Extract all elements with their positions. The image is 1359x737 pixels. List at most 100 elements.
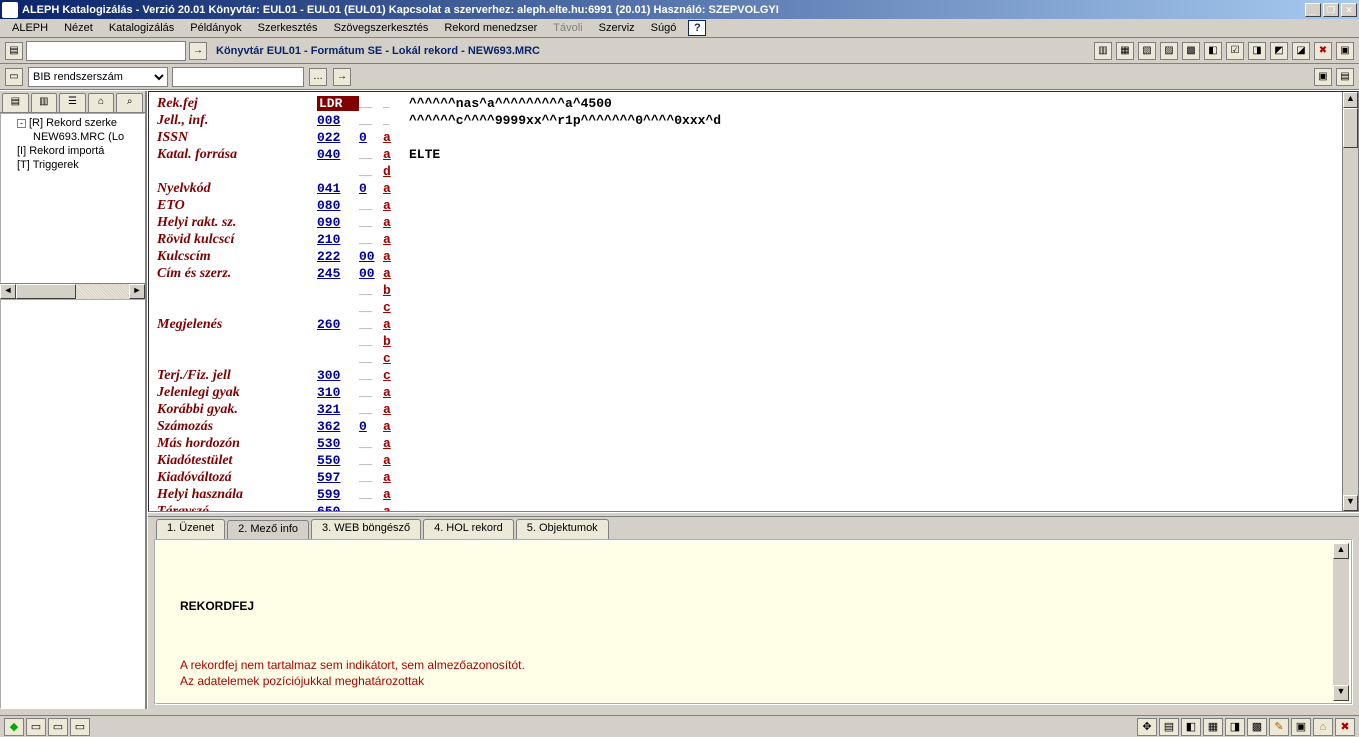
record-row[interactable]: Katal. forrása040__aELTE bbox=[157, 147, 1350, 164]
bottom-tab-0[interactable]: 1. Üzenet bbox=[156, 519, 225, 539]
info-vscroll[interactable]: ▲ ▼ bbox=[1333, 543, 1349, 701]
record-row[interactable]: Számozás3620a bbox=[157, 419, 1350, 436]
scroll-down-icon[interactable]: ▼ bbox=[1343, 495, 1358, 511]
field-indicator[interactable]: __ bbox=[359, 286, 383, 298]
field-indicator[interactable]: __ bbox=[359, 99, 383, 111]
record-row[interactable]: Cím és szerz.24500a bbox=[157, 266, 1350, 283]
tool-r12[interactable]: ▣ bbox=[1336, 42, 1354, 60]
bottom-tab-4[interactable]: 5. Objektumok bbox=[516, 519, 609, 539]
field-subfield[interactable]: a bbox=[383, 487, 401, 502]
tool-r3[interactable]: ▧ bbox=[1138, 42, 1156, 60]
field-indicator[interactable]: __ bbox=[359, 507, 383, 512]
record-row[interactable]: Jell., inf.008___^^^^^^c^^^^9999xx^^r1p^… bbox=[157, 113, 1350, 130]
field-indicator[interactable]: 00 bbox=[359, 266, 383, 281]
tool-r2[interactable]: ▦ bbox=[1116, 42, 1134, 60]
field-subfield[interactable]: _ bbox=[383, 99, 401, 111]
field-tag[interactable]: 080 bbox=[317, 198, 359, 213]
left-tab-4[interactable]: ⌂ bbox=[88, 93, 115, 112]
record-row[interactable]: Rek.fejLDR___^^^^^^nas^a^^^^^^^^^a^4500 bbox=[157, 96, 1350, 113]
home-icon[interactable]: ⌂ bbox=[1313, 718, 1333, 736]
field-indicator[interactable]: __ bbox=[359, 490, 383, 502]
tool-r6[interactable]: ◧ bbox=[1204, 42, 1222, 60]
record-row[interactable]: __c bbox=[157, 351, 1350, 368]
field-tag[interactable]: 260 bbox=[317, 317, 359, 332]
field-indicator[interactable]: __ bbox=[359, 320, 383, 332]
tree-triggers[interactable]: [T] Triggerek bbox=[1, 158, 144, 172]
field-indicator[interactable]: __ bbox=[359, 405, 383, 417]
menu-szovegszerkesztes[interactable]: Szövegszerkesztés bbox=[326, 20, 437, 36]
tree-child-record[interactable]: NEW693.MRC (Lo bbox=[1, 130, 144, 144]
field-tag[interactable]: 310 bbox=[317, 385, 359, 400]
menu-katalogizalas[interactable]: Katalogizálás bbox=[101, 20, 182, 36]
field-indicator[interactable]: __ bbox=[359, 354, 383, 366]
field-data[interactable]: ^^^^^^nas^a^^^^^^^^^a^4500 bbox=[401, 96, 1350, 111]
record-row[interactable]: Más hordozón530__a bbox=[157, 436, 1350, 453]
record-tree[interactable]: -[R] Rekord szerke NEW693.MRC (Lo [I] Re… bbox=[0, 113, 145, 283]
field-subfield[interactable]: a bbox=[383, 266, 401, 281]
scroll-right-icon[interactable]: ► bbox=[129, 284, 145, 299]
record-row[interactable]: Megjelenés260__a bbox=[157, 317, 1350, 334]
field-indicator[interactable]: __ bbox=[359, 235, 383, 247]
tree-import[interactable]: [I] Rekord importá bbox=[1, 144, 144, 158]
record-scroll-thumb[interactable] bbox=[1343, 108, 1358, 148]
tool-r10[interactable]: ◪ bbox=[1292, 42, 1310, 60]
field-indicator[interactable]: __ bbox=[359, 303, 383, 315]
field-subfield[interactable]: a bbox=[383, 436, 401, 451]
menu-sugo[interactable]: Súgó bbox=[643, 20, 685, 36]
field-subfield[interactable]: a bbox=[383, 385, 401, 400]
record-row[interactable]: Kiadóváltozá597__a bbox=[157, 470, 1350, 487]
field-indicator[interactable]: 00 bbox=[359, 249, 383, 264]
field-subfield[interactable]: a bbox=[383, 402, 401, 417]
menu-peldanyok[interactable]: Példányok bbox=[182, 20, 249, 36]
field-tag[interactable]: 321 bbox=[317, 402, 359, 417]
field-tag[interactable]: 041 bbox=[317, 181, 359, 196]
record-row[interactable]: __c bbox=[157, 300, 1350, 317]
tree-root[interactable]: -[R] Rekord szerke bbox=[1, 116, 144, 130]
bottom-tab-1[interactable]: 2. Mező info bbox=[227, 520, 309, 540]
scroll-thumb[interactable] bbox=[16, 284, 76, 299]
tool-r7[interactable]: ☑ bbox=[1226, 42, 1244, 60]
field-subfield[interactable]: a bbox=[383, 181, 401, 196]
st-r7[interactable]: ✎ bbox=[1269, 718, 1289, 736]
record-row[interactable]: __d bbox=[157, 164, 1350, 181]
field-tag[interactable]: 008 bbox=[317, 113, 359, 128]
tree-hscroll[interactable]: ◄ ► bbox=[0, 283, 145, 299]
tool-r5[interactable]: ▩ bbox=[1182, 42, 1200, 60]
tool2-r1[interactable]: ▣ bbox=[1314, 68, 1332, 86]
tool-r9[interactable]: ◩ bbox=[1270, 42, 1288, 60]
tool-icon-1[interactable]: ▤ bbox=[5, 42, 23, 60]
field-indicator[interactable]: __ bbox=[359, 150, 383, 162]
scroll-left-icon[interactable]: ◄ bbox=[0, 284, 16, 299]
field-subfield[interactable]: a bbox=[383, 419, 401, 434]
bib-selector[interactable]: BIB rendszerszám bbox=[28, 67, 168, 87]
field-indicator[interactable]: __ bbox=[359, 201, 383, 213]
menu-nezet[interactable]: Nézet bbox=[56, 20, 101, 36]
field-subfield[interactable]: a bbox=[383, 215, 401, 230]
record-row[interactable]: ISSN0220a bbox=[157, 130, 1350, 147]
field-indicator[interactable]: __ bbox=[359, 473, 383, 485]
field-indicator[interactable]: __ bbox=[359, 218, 383, 230]
field-indicator[interactable]: 0 bbox=[359, 419, 383, 434]
field-tag[interactable]: 550 bbox=[317, 453, 359, 468]
field-tag[interactable]: 362 bbox=[317, 419, 359, 434]
info-scroll-up-icon[interactable]: ▲ bbox=[1333, 543, 1349, 559]
field-tag[interactable]: 022 bbox=[317, 130, 359, 145]
field-indicator[interactable]: __ bbox=[359, 371, 383, 383]
record-row[interactable]: Terj./Fiz. jell300__c bbox=[157, 368, 1350, 385]
left-tab-1[interactable]: ▤ bbox=[2, 93, 29, 112]
st-r5[interactable]: ◨ bbox=[1225, 718, 1245, 736]
record-row[interactable]: Helyi rakt. sz.090__a bbox=[157, 215, 1350, 232]
field-data[interactable]: ELTE bbox=[401, 147, 1350, 162]
record-vscroll[interactable]: ▲ ▼ bbox=[1342, 92, 1358, 511]
record-row[interactable]: Helyi használa599__a bbox=[157, 487, 1350, 504]
field-subfield[interactable]: a bbox=[383, 470, 401, 485]
record-row[interactable]: Korábbi gyak.321__a bbox=[157, 402, 1350, 419]
bib-input[interactable] bbox=[172, 67, 304, 87]
field-tag[interactable]: 090 bbox=[317, 215, 359, 230]
field-indicator[interactable]: 0 bbox=[359, 181, 383, 196]
menu-szerviz[interactable]: Szerviz bbox=[591, 20, 643, 36]
field-tag[interactable]: 650 bbox=[317, 504, 359, 512]
st-r1[interactable]: ✥ bbox=[1137, 718, 1157, 736]
field-tag[interactable]: LDR bbox=[317, 96, 359, 111]
field-indicator[interactable]: __ bbox=[359, 116, 383, 128]
